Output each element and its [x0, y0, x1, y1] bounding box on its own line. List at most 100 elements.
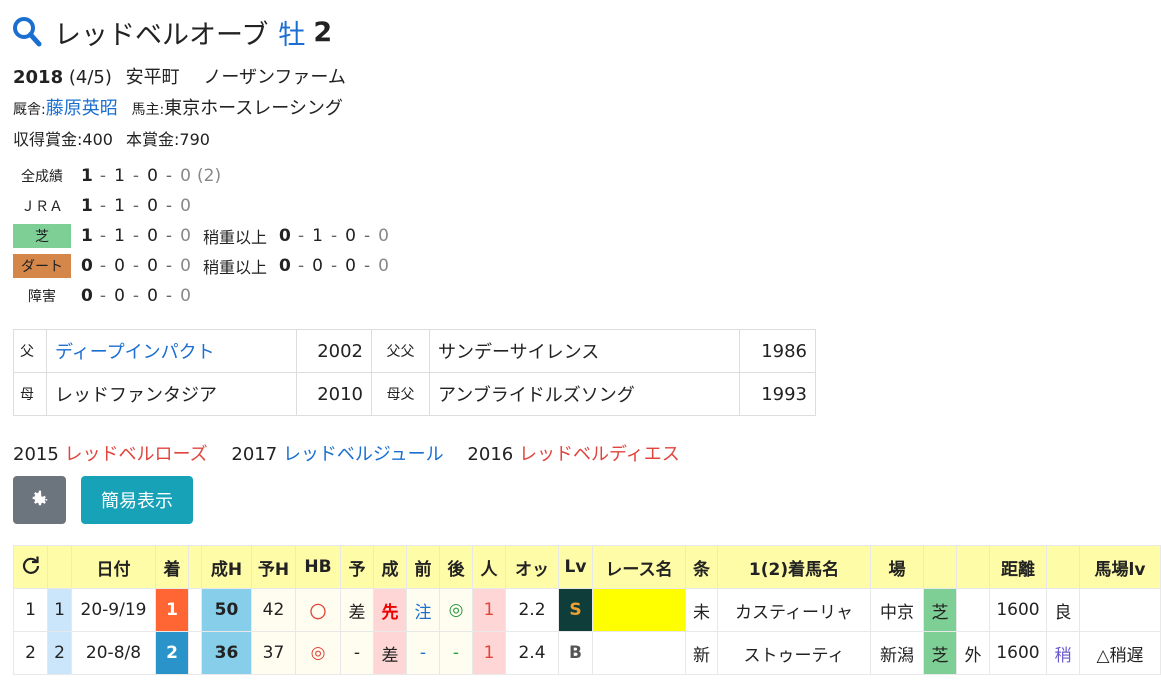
- stats-label: ＪＲＡ: [21, 199, 63, 215]
- col-winner[interactable]: 1(2)着馬名: [717, 545, 871, 589]
- row-index: 2: [47, 631, 72, 675]
- dam: レッドファンタジア: [46, 372, 297, 416]
- stat-value: 0: [345, 226, 356, 246]
- race-level: S: [558, 588, 593, 632]
- popularity: 1: [472, 588, 506, 632]
- main-prize: 本賞金:790: [126, 130, 210, 149]
- odds: 2.2: [505, 588, 559, 632]
- condition: 新: [685, 631, 718, 675]
- yo-value: -: [340, 631, 374, 675]
- stats-label: 障害: [28, 289, 56, 305]
- col-mae[interactable]: 前: [406, 545, 440, 589]
- winner-name[interactable]: カスティーリャ: [717, 588, 871, 632]
- going: 稍: [1046, 631, 1080, 675]
- seih-value: 36: [201, 631, 252, 675]
- col-distance[interactable]: 距離: [989, 545, 1047, 589]
- seih-value: 50: [201, 588, 252, 632]
- track: 新潟: [870, 631, 924, 675]
- sibling-year: 2016: [467, 444, 514, 465]
- stat-value: 0: [180, 166, 191, 186]
- table-row[interactable]: 1 1 20-9/19 1 50 42 〇 差 先 注 ◎ 1 2.2 S 未 …: [13, 588, 1161, 632]
- stat-extra: (2): [197, 166, 222, 186]
- col-popularity[interactable]: 人: [472, 545, 506, 589]
- mae-value: 注: [406, 588, 440, 632]
- stat-value: 0: [114, 256, 125, 276]
- col-ato[interactable]: 後: [439, 545, 473, 589]
- stat-value: 1: [81, 226, 93, 246]
- stat-value: 0: [180, 256, 191, 276]
- table-row[interactable]: 2 2 20-8/8 2 36 37 ◎ - 差 - - 1 2.4 B 新 ス…: [13, 631, 1161, 675]
- horse-age: 2: [313, 16, 333, 48]
- col-race-name[interactable]: レース名: [592, 545, 686, 589]
- pedigree-table: 父 ディープインパクト 2002 父父 サンデーサイレンス 1986 母 レッド…: [13, 329, 816, 416]
- finish-position: 1: [155, 588, 189, 632]
- stats-jump: 障害 0- 0- 0- 0: [13, 281, 389, 311]
- col-hb[interactable]: HB: [295, 545, 341, 589]
- horse-title: レッドベルオーブ 牡 2: [12, 12, 332, 52]
- sibling-year: 2017: [231, 444, 278, 465]
- race-name[interactable]: [592, 588, 686, 632]
- settings-button[interactable]: [13, 476, 66, 524]
- popularity: 1: [472, 631, 506, 675]
- col-track[interactable]: 場: [870, 545, 924, 589]
- stat-value: 0: [147, 166, 158, 186]
- col-yo[interactable]: 予: [340, 545, 374, 589]
- stat-value: 0: [147, 226, 158, 246]
- distance: 1600: [989, 588, 1047, 632]
- race-level: B: [558, 631, 593, 675]
- sire-label: 父: [13, 329, 47, 373]
- sire-sire: サンデーサイレンス: [429, 329, 740, 373]
- col-track-lv[interactable]: 馬場lv: [1079, 545, 1161, 589]
- stat-value: 0: [180, 286, 191, 306]
- trainer-link[interactable]: 藤原英昭: [46, 98, 118, 119]
- race-name[interactable]: [592, 631, 686, 675]
- simple-view-button[interactable]: 簡易表示: [81, 476, 193, 524]
- stat-value: 1: [81, 166, 93, 186]
- sibling-link[interactable]: レッドベルジュール: [283, 444, 444, 465]
- sibling-year: 2015: [13, 444, 59, 465]
- stat-value: 0: [147, 196, 158, 216]
- owner-label: 馬主:: [131, 102, 165, 118]
- search-icon[interactable]: [12, 16, 42, 48]
- table-header: 日付 着 成H 予H HB 予 成 前 後 人 オッ Lv レース名 条 1(2…: [13, 545, 1161, 589]
- stat-value: 0: [279, 256, 291, 276]
- pedigree-row-sire: 父 ディープインパクト 2002 父父 サンデーサイレンス 1986: [13, 329, 816, 373]
- course-side: [956, 588, 990, 632]
- record-stats: 全成績 1- 1- 0- 0 (2) ＪＲＡ 1- 1- 0- 0 芝 1- 1…: [13, 161, 389, 311]
- sibling-link[interactable]: レッドベルローズ: [65, 444, 208, 465]
- ato-value: ◎: [439, 588, 473, 632]
- trainer-owner-line: 厩舎:藤原英昭 馬主:東京ホースレーシング: [13, 94, 343, 120]
- earned-prize: 収得賞金:400: [13, 130, 113, 149]
- col-position[interactable]: 着: [155, 545, 189, 589]
- sire-link[interactable]: ディープインパクト: [46, 329, 297, 373]
- stat-value: 1: [114, 166, 125, 186]
- col-lv[interactable]: Lv: [558, 545, 593, 589]
- horse-name: レッドベルオーブ: [54, 19, 269, 51]
- heavy-label: 稍重以上: [203, 258, 268, 277]
- trainer-label: 厩舎:: [13, 102, 46, 118]
- spacer: [188, 631, 202, 675]
- refresh-icon: [22, 556, 39, 574]
- stat-value: 0: [81, 256, 93, 276]
- race-date: 20-9/19: [71, 588, 156, 632]
- stats-label: ダート: [13, 254, 71, 278]
- stat-value: 0: [147, 256, 158, 276]
- col-condition[interactable]: 条: [685, 545, 718, 589]
- dam-sire-label: 母父: [371, 372, 430, 416]
- col-sei[interactable]: 成: [373, 545, 407, 589]
- horse-sex: 牡: [278, 19, 306, 51]
- condition: 未: [685, 588, 718, 632]
- sire-year: 2002: [296, 329, 372, 373]
- col-yoh[interactable]: 予H: [251, 545, 296, 589]
- odds: 2.4: [505, 631, 559, 675]
- refresh-button[interactable]: [13, 545, 48, 589]
- col-odds[interactable]: オッ: [505, 545, 559, 589]
- col-date[interactable]: 日付: [71, 545, 156, 589]
- col-seih[interactable]: 成H: [201, 545, 252, 589]
- track-level: △稍遅: [1079, 631, 1161, 675]
- breeder: ノーザンファーム: [203, 67, 346, 88]
- stat-value: 0: [279, 226, 291, 246]
- stat-value: 1: [114, 196, 125, 216]
- winner-name[interactable]: ストゥーティ: [717, 631, 871, 675]
- sibling-link[interactable]: レッドベルディエス: [519, 444, 680, 465]
